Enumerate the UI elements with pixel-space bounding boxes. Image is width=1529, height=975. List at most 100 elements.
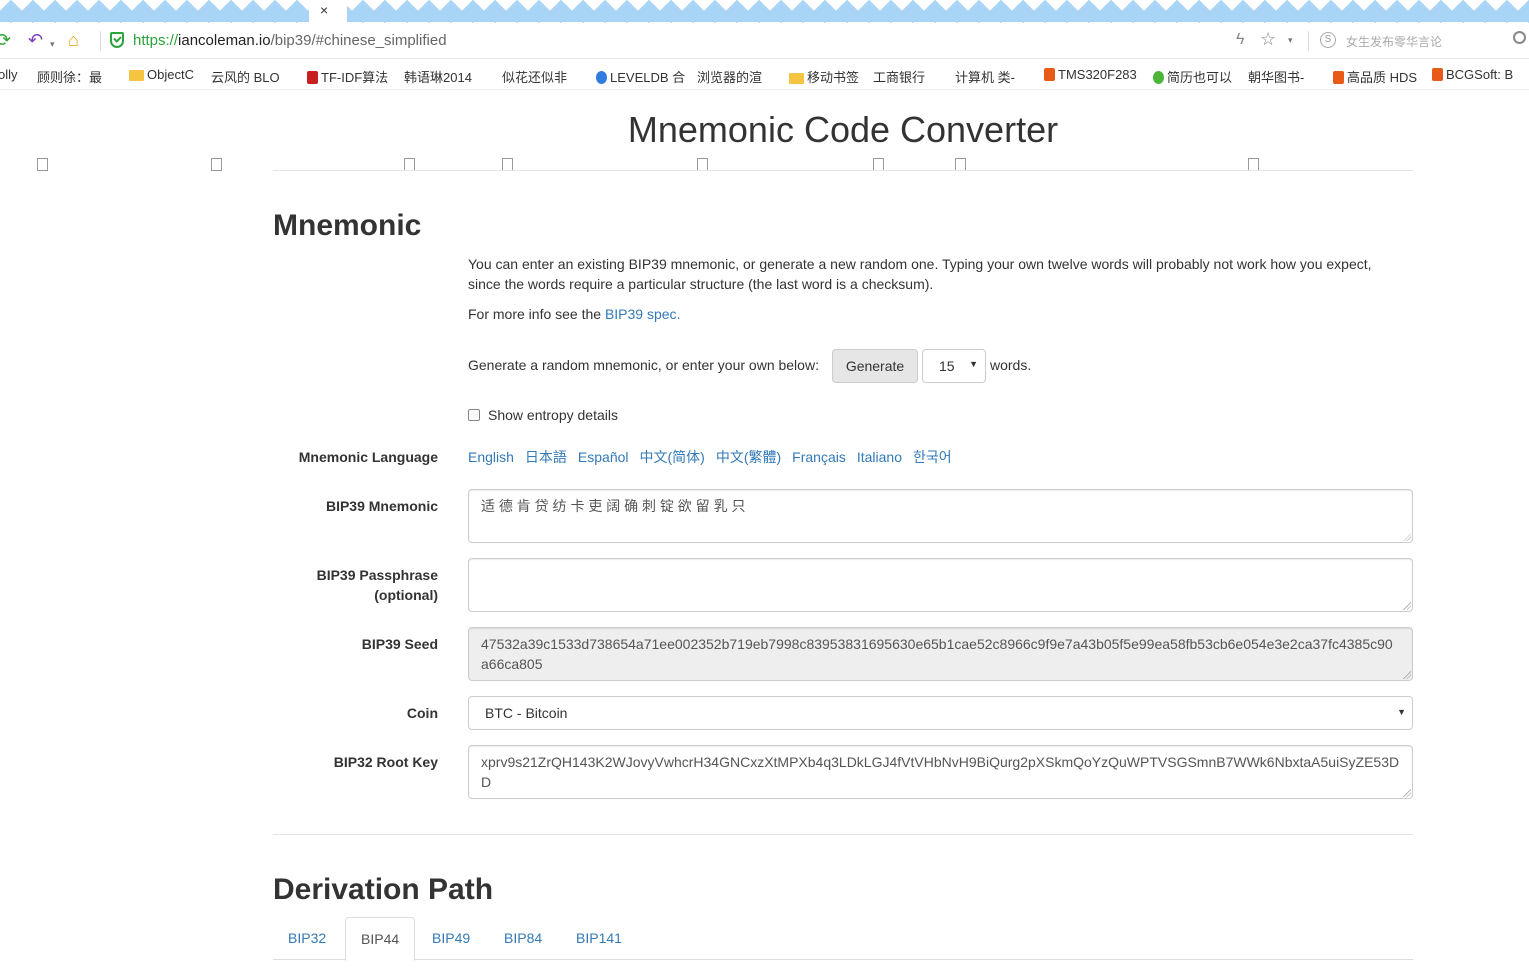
bookmark-label: ObjectC (147, 67, 194, 82)
language-link[interactable]: 中文(简体) (640, 449, 705, 465)
address-bar[interactable]: https://iancoleman.io/bip39/#chinese_sim… (133, 32, 447, 49)
bookmark-item[interactable]: 浏览器的渲 (697, 67, 763, 171)
site-icon (1153, 71, 1164, 84)
bookmark-item[interactable]: 云风的 BLO (211, 67, 280, 171)
mnemonic-language-label: Mnemonic Language (298, 449, 438, 465)
more-info-text: For more info see the BIP39 spec. (468, 304, 1398, 324)
bookmark-item[interactable]: 工商银行 (873, 67, 925, 171)
derivation-path-heading: Derivation Path (273, 873, 494, 906)
url-host: iancoleman.io (178, 32, 271, 49)
chevron-down-icon: ▼ (1397, 707, 1406, 717)
site-icon (596, 71, 607, 84)
bookmarks-bar: olly 顾则徐：最 ObjectC 云风的 BLO TF-IDF算法 韩语琳2014 似花… (0, 60, 1529, 171)
tab-bip49[interactable]: BIP49 (417, 917, 485, 960)
bookmark-label: BCGSoft: B (1446, 67, 1514, 82)
resize-handle-icon[interactable] (1403, 789, 1411, 797)
browser-tabstrip (0, 0, 1529, 23)
bookmark-label: TMS320F283 (1058, 67, 1137, 82)
tab-close-icon[interactable]: × (320, 2, 328, 18)
root-key-label: BIP32 Root Key (333, 754, 438, 770)
show-entropy-label[interactable]: Show entropy details (488, 407, 618, 423)
resize-handle-icon[interactable] (1403, 533, 1411, 541)
resize-handle-icon[interactable] (1403, 671, 1411, 679)
bip39-seed-textarea[interactable]: 47532a39c1533d738654a71ee002352b719eb799… (468, 627, 1413, 681)
bookmark-item[interactable]: 韩语琳2014 (404, 67, 472, 171)
bookmark-item[interactable]: ObjectC (129, 67, 194, 82)
coin-label: Coin (406, 705, 438, 721)
bookmark-item[interactable]: olly (0, 67, 18, 82)
search-input[interactable]: 女生发布零华言论 (1346, 33, 1442, 50)
url-scheme: https:// (133, 32, 179, 49)
site-icon (1333, 71, 1344, 84)
language-link[interactable]: Español (578, 449, 629, 465)
undo-icon[interactable]: ↶ (28, 29, 43, 51)
bookmark-item[interactable]: LEVELDB 合 (596, 67, 685, 86)
coin-select[interactable]: BTC - Bitcoin ▼ (468, 696, 1413, 730)
language-link[interactable]: 한국어 (913, 449, 952, 465)
bookmark-item[interactable]: TF-IDF算法 (307, 67, 388, 86)
divider (273, 834, 1413, 835)
language-link[interactable]: Italiano (857, 449, 902, 465)
undo-dropdown-icon[interactable]: ▾ (50, 33, 55, 55)
word-count-value: 15 (939, 358, 955, 374)
home-icon[interactable]: ⌂ (68, 29, 79, 51)
bookmark-star-icon[interactable]: ☆ (1260, 29, 1276, 50)
bip39-spec-link[interactable]: BIP39 spec (605, 306, 677, 322)
passphrase-textarea[interactable] (468, 558, 1413, 612)
language-link[interactable]: 日本語 (525, 449, 567, 465)
browser-toolbar: ⟳ ↶ ▾ ⌂ https://iancoleman.io/bip39/#chi… (0, 23, 1529, 59)
bookmark-label: 云风的 BLO (211, 70, 280, 85)
bookmark-label: 计算机 类- (955, 70, 1015, 85)
secure-shield-icon (110, 32, 124, 48)
tab-bip84[interactable]: BIP84 (489, 917, 557, 960)
generate-button[interactable]: Generate (832, 349, 918, 383)
bookmark-label: TF-IDF算法 (321, 70, 389, 85)
bookmark-item[interactable]: 移动书签 (789, 67, 859, 86)
resize-handle-icon[interactable] (1403, 602, 1411, 610)
tab-bip32[interactable]: BIP32 (273, 917, 341, 960)
search-engine-icon[interactable]: S (1320, 32, 1336, 48)
bookmark-item[interactable]: 高品质 HDS (1333, 67, 1417, 86)
bookmark-item[interactable]: BCGSoft: B (1432, 67, 1513, 82)
root-key-textarea[interactable]: xprv9s21ZrQH143K2WJovyVwhcrH34GNCxzXtMPX… (468, 745, 1413, 799)
bookmark-label: 高品质 HDS (1347, 70, 1418, 85)
divider (273, 170, 1413, 171)
root-key-value: xprv9s21ZrQH143K2WJovyVwhcrH34GNCxzXtMPX… (481, 754, 1400, 790)
language-link[interactable]: English (468, 449, 514, 465)
bookmark-label: 简历也可以 (1167, 70, 1233, 85)
bookmark-item[interactable]: 简历也可以 (1153, 67, 1232, 86)
site-icon (1044, 68, 1055, 81)
bookmark-label: 浏览器的渲 (697, 70, 763, 85)
tab-bip44[interactable]: BIP44 (345, 917, 416, 961)
passphrase-label: BIP39 Passphrase (optional) (316, 567, 438, 603)
bookmark-label: olly (0, 67, 18, 82)
reload-icon[interactable]: ⟳ (0, 29, 11, 51)
bookmark-item[interactable]: 计算机 类- (955, 67, 1015, 171)
bookmark-label: 朝华图书- (1248, 70, 1305, 85)
generate-prompt: Generate a random mnemonic, or enter you… (468, 357, 819, 373)
bip39-mnemonic-label: BIP39 Mnemonic (325, 498, 438, 514)
chevron-down-icon: ▼ (969, 359, 978, 369)
bookmark-label: 韩语琳2014 (404, 70, 472, 85)
tab-bip141[interactable]: BIP141 (561, 917, 637, 960)
folder-icon (129, 70, 144, 81)
language-link[interactable]: 中文(繁體) (716, 449, 781, 465)
words-suffix: words. (990, 357, 1032, 373)
language-link[interactable]: Français (792, 449, 846, 465)
bookmark-item[interactable]: 似花还似非 (502, 67, 567, 171)
toolbar-divider (1308, 31, 1309, 51)
lightning-icon[interactable]: ϟ (1236, 31, 1244, 49)
language-links: English 日本語 Español 中文(简体) 中文(繁體) Français Ita… (468, 447, 963, 467)
search-icon[interactable] (1513, 31, 1526, 44)
mnemonic-heading: Mnemonic (273, 209, 422, 242)
bookmark-item[interactable]: 朝华图书- (1248, 67, 1305, 171)
bookmark-item[interactable]: 顾则徐：最 (37, 67, 102, 171)
page-content: Mnemonic Code Converter Mnemonic You can… (0, 91, 1529, 975)
bip39-mnemonic-textarea[interactable]: 适 德 肯 贷 纺 卡 吏 阔 确 刺 锭 欲 留 乳 只 (468, 489, 1413, 543)
show-entropy-checkbox[interactable] (468, 409, 480, 421)
chevron-down-icon[interactable]: ▾ (1288, 35, 1293, 46)
word-count-select[interactable]: 15 ▼ (922, 349, 986, 383)
bip39-seed-value: 47532a39c1533d738654a71ee002352b719eb799… (481, 636, 1393, 672)
bookmark-item[interactable]: TMS320F283 (1044, 67, 1137, 82)
derivation-tabs: BIP32 BIP44 BIP49 BIP84 BIP141 (273, 917, 1413, 961)
